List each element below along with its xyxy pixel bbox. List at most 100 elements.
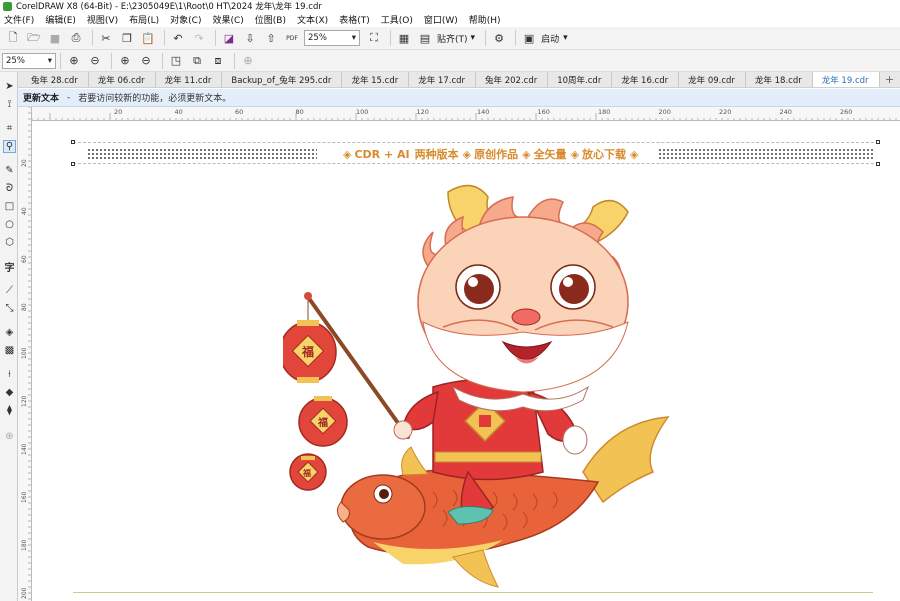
document-tab[interactable]: 10周年.cdr <box>548 72 613 87</box>
crop-tool-icon[interactable]: ⌗ <box>3 122 16 135</box>
document-tab[interactable]: 龙年 17.cdr <box>409 72 477 87</box>
full-screen-icon[interactable]: ⛶ <box>365 29 383 47</box>
print-icon[interactable]: ⎙ <box>67 29 85 47</box>
menu-window[interactable]: 窗口(W) <box>424 13 458 26</box>
zoom-page-icon[interactable]: ◳ <box>167 52 185 70</box>
zoom-level-select[interactable]: 25% ▾ <box>304 30 360 46</box>
horizontal-ruler[interactable]: 20 40 60 80 100 120 140 160 180 200 220 240 260 <box>32 107 900 121</box>
menu-table[interactable]: 表格(T) <box>339 13 370 26</box>
freehand-tool-icon[interactable]: ✎ <box>3 164 16 177</box>
drop-shadow-icon[interactable]: ◈ <box>3 326 16 339</box>
selection-handle[interactable] <box>71 162 75 166</box>
document-tab[interactable]: 龙年 11.cdr <box>156 72 223 87</box>
copy-icon[interactable]: ❐ <box>118 29 136 47</box>
selection-handle[interactable] <box>876 140 880 144</box>
shape-tool-icon[interactable]: ⟟ <box>3 98 16 111</box>
drawing-canvas[interactable]: ◈ CDR + AI 两种版本 ◈ 原创作品 ◈ 全矢量 ◈ 放心下载 ◈ 福 … <box>33 122 900 601</box>
paste-icon[interactable]: 📋 <box>139 29 157 47</box>
transparency-tool-icon[interactable]: ▩ <box>3 344 16 357</box>
fish-tail <box>582 416 670 504</box>
menu-bar: 文件(F) 编辑(E) 视图(V) 布局(L) 对象(C) 效果(C) 位图(B… <box>0 12 900 27</box>
zoom-all-objects-icon[interactable]: ⊖ <box>137 52 155 70</box>
property-zoom-select[interactable]: 25% ▾ <box>2 52 56 69</box>
parallel-dimension-icon[interactable]: ⟋ <box>3 284 16 297</box>
interactive-fill-icon[interactable]: ◆ <box>3 386 16 399</box>
add-tool-icon[interactable]: ⊕ <box>3 430 16 443</box>
banner-part5: 放心下载 <box>582 148 627 161</box>
belt <box>434 451 542 463</box>
menu-tools[interactable]: 工具(O) <box>381 13 413 26</box>
zoom-selected-icon[interactable]: ⊕ <box>116 52 134 70</box>
application-launcher-icon[interactable]: ▣ <box>520 29 538 47</box>
snap-to-button[interactable]: 贴齐(T) ▾ <box>437 32 475 45</box>
open-folder-icon[interactable]: 🗁 <box>25 29 43 47</box>
lantern-middle-char: 福 <box>317 416 328 429</box>
document-tab-active[interactable]: 龙年 19.cdr <box>812 72 880 87</box>
new-document-icon[interactable]: 🗋 <box>4 29 22 47</box>
save-icon[interactable]: ■ <box>46 29 64 47</box>
launch-button[interactable]: 启动 ▾ <box>541 32 568 45</box>
artistic-media-icon[interactable]: ᘐ <box>3 182 16 195</box>
document-tab[interactable]: 兔年 202.cdr <box>476 72 549 87</box>
grid-icon[interactable]: ▤ <box>416 29 434 47</box>
header-banner[interactable]: ◈ CDR + AI 两种版本 ◈ 原创作品 ◈ 全矢量 ◈ 放心下载 ◈ <box>73 142 879 164</box>
rectangle-tool-icon[interactable]: □ <box>3 200 16 213</box>
document-tabs: 兔年 28.cdr 龙年 06.cdr 龙年 11.cdr Backup_of_… <box>0 72 900 88</box>
document-tab[interactable]: 兔年 28.cdr <box>22 72 89 87</box>
vruler-label: 80 <box>21 303 28 311</box>
new-tab-icon[interactable]: + <box>883 73 897 87</box>
document-tab[interactable]: 龙年 09.cdr <box>679 72 746 87</box>
import-icon[interactable]: ⇩ <box>241 29 259 47</box>
corel-connect-icon[interactable]: ◪ <box>220 29 238 47</box>
options-gear-icon[interactable]: ⚙ <box>490 29 508 47</box>
vruler-label: 200 <box>21 587 28 599</box>
zoom-in-icon[interactable]: ⊕ <box>65 52 83 70</box>
smart-fill-icon[interactable]: ⧫ <box>3 404 16 417</box>
zoom-page-height-icon[interactable]: ⧈ <box>209 52 227 70</box>
menu-object[interactable]: 对象(C) <box>170 13 201 26</box>
menu-view[interactable]: 视图(V) <box>87 13 118 26</box>
polygon-tool-icon[interactable]: ⬡ <box>3 236 16 249</box>
ellipse-tool-icon[interactable]: ○ <box>3 218 16 231</box>
document-tab[interactable]: 龙年 16.cdr <box>612 72 680 87</box>
snap-to-label: 贴齐(T) <box>437 34 468 45</box>
ruler-label: 220 <box>719 108 731 116</box>
menu-bitmaps[interactable]: 位图(B) <box>255 13 286 26</box>
toolbar-separator <box>515 30 517 46</box>
vertical-ruler[interactable]: 20 40 60 80 100 120 140 160 180 200 <box>18 107 32 601</box>
document-tab[interactable]: 龙年 06.cdr <box>89 72 156 87</box>
dragon-koi-illustration[interactable]: 福 福 福 <box>283 172 703 592</box>
cut-icon[interactable]: ✂ <box>97 29 115 47</box>
text-tool-icon[interactable]: 字 <box>3 260 16 274</box>
selection-handle[interactable] <box>71 140 75 144</box>
ruler-label: 260 <box>840 108 852 116</box>
document-tab[interactable]: 龙年 15.cdr <box>342 72 410 87</box>
vruler-label: 100 <box>21 347 28 359</box>
document-tab[interactable]: Backup_of_兔年 295.cdr <box>222 72 343 87</box>
pick-tool-icon[interactable]: ➤ <box>3 80 16 93</box>
chevron-down-icon: ▾ <box>47 55 52 66</box>
menu-layout[interactable]: 布局(L) <box>129 13 159 26</box>
document-tab[interactable]: 龙年 18.cdr <box>746 72 813 87</box>
export-icon[interactable]: ⇧ <box>262 29 280 47</box>
vruler-label: 140 <box>21 443 28 455</box>
add-icon[interactable]: ⊕ <box>239 52 257 70</box>
menu-file[interactable]: 文件(F) <box>4 13 34 26</box>
menu-effects[interactable]: 效果(C) <box>212 13 243 26</box>
eyedropper-icon[interactable]: ⟊ <box>3 368 16 381</box>
menu-text[interactable]: 文本(X) <box>297 13 328 26</box>
rulers-icon[interactable]: ▦ <box>395 29 413 47</box>
menu-help[interactable]: 帮助(H) <box>469 13 501 26</box>
menu-edit[interactable]: 编辑(E) <box>45 13 76 26</box>
vruler-label: 40 <box>21 207 28 215</box>
toolbar-separator <box>390 30 391 46</box>
connector-tool-icon[interactable]: ⤡ <box>3 302 16 315</box>
selection-handle[interactable] <box>876 162 880 166</box>
zoom-out-icon[interactable]: ⊖ <box>86 52 104 70</box>
zoom-page-width-icon[interactable]: ⧉ <box>188 52 206 70</box>
lantern-bottom-char: 福 <box>302 468 311 478</box>
zoom-tool-icon[interactable]: ⚲ <box>3 140 16 153</box>
publish-pdf-icon[interactable]: PDF <box>283 29 301 47</box>
redo-icon[interactable]: ↷ <box>190 29 208 47</box>
undo-icon[interactable]: ↶ <box>169 29 187 47</box>
